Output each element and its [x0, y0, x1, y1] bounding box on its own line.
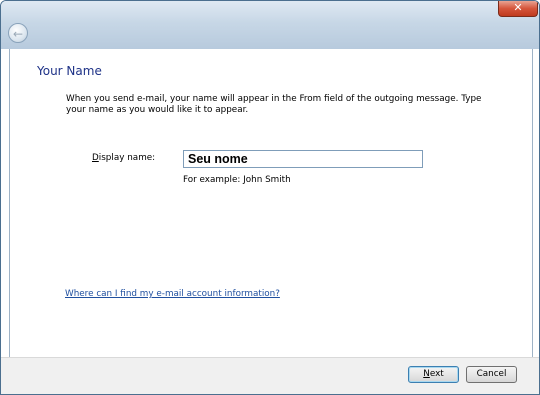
- next-button[interactable]: Next: [408, 366, 459, 383]
- display-name-label-accelerator: D: [92, 153, 99, 163]
- page-heading: Your Name: [37, 64, 102, 78]
- back-arrow-icon[interactable]: ←: [8, 23, 28, 43]
- title-bar: ← ✕: [1, 1, 539, 49]
- wizard-window: ← ✕ Your Name When you send e-mail, your…: [0, 0, 540, 395]
- page-description: When you send e-mail, your name will app…: [66, 94, 482, 115]
- example-text: For example: John Smith: [183, 175, 291, 185]
- wizard-content: Your Name When you send e-mail, your nam…: [9, 49, 533, 357]
- button-bar: Next Cancel: [1, 357, 539, 394]
- display-name-label-text: isplay name:: [98, 153, 156, 163]
- next-button-accelerator: N: [423, 369, 430, 379]
- display-name-input[interactable]: Seu nome: [183, 150, 423, 168]
- display-name-label: Display name:: [92, 153, 155, 163]
- next-button-label: ext: [429, 369, 444, 379]
- cancel-button[interactable]: Cancel: [466, 366, 517, 383]
- email-account-help-link[interactable]: Where can I find my e-mail account infor…: [65, 289, 280, 299]
- close-button[interactable]: ✕: [498, 1, 538, 17]
